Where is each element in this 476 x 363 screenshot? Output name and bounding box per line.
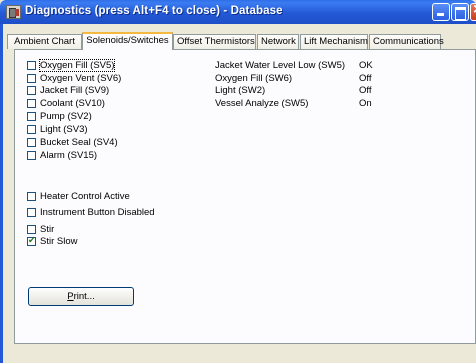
switch-value: Off [359,73,372,84]
checkbox-label: Stir Slow [40,236,78,247]
close-button[interactable] [470,1,476,21]
checkbox-label: Light (SV3) [40,124,88,135]
switch-label: Light (SW2) [215,85,266,96]
tab-label: Communications [373,36,444,47]
tab-lift-mechanism[interactable]: Lift Mechanism [300,34,368,49]
checkbox-label: Oxygen Vent (SV6) [40,73,122,84]
bottom-strip [3,344,476,363]
tab-ambient-chart[interactable]: Ambient Chart [7,34,82,49]
checkbox-box[interactable] [27,151,36,160]
tab-label: Offset Thermistors [177,36,255,47]
checkbox-label: Oxygen Fill (SV5) [38,59,116,72]
checkbox-box[interactable] [27,99,36,108]
checkbox-label: Stir [40,224,55,235]
checkbox-box[interactable] [27,138,36,147]
tab-label: Ambient Chart [14,36,75,47]
switch-label: Oxygen Fill (SW6) [215,73,293,84]
checkbox-box[interactable] [27,61,36,70]
print-button-label: rint... [73,291,95,302]
checkbox-box[interactable] [27,125,36,134]
checkbox-label: Alarm (SV15) [40,150,98,161]
checkmark-icon[interactable] [27,235,36,246]
checkbox-box[interactable] [27,74,36,83]
checkbox-label: Instrument Button Disabled [40,207,155,218]
checkbox-box[interactable] [27,192,36,201]
checkbox-label: Jacket Fill (SV9) [40,85,110,96]
title-bar[interactable]: Diagnostics (press Alt+F4 to close) - Da… [0,0,476,24]
switch-value: Off [359,85,372,96]
print-button[interactable]: Print... [28,287,134,306]
checkbox-label: Pump (SV2) [40,111,92,122]
maximize-button[interactable] [451,3,469,21]
tab-network[interactable]: Network [257,34,299,49]
window-frame [0,24,3,363]
app-icon[interactable] [6,5,21,19]
checkbox-box[interactable] [27,225,36,234]
checkbox-label: Heater Control Active [40,191,130,202]
checkbox-box[interactable] [27,112,36,121]
tab-communications[interactable]: Communications [369,34,444,49]
switch-value: OK [359,60,373,71]
switch-value: On [359,98,372,109]
tab-solenoids-switches[interactable]: Solenoids/Switches [82,32,173,50]
checkbox-box[interactable] [27,208,36,217]
tab-offset-thermistors[interactable]: Offset Thermistors [173,34,256,49]
checkbox-box[interactable] [27,86,36,95]
tab-label: Lift Mechanism [304,36,368,47]
tab-label: Solenoids/Switches [86,35,169,46]
checkbox-label: Coolant (SV10) [40,98,105,109]
minimize-button[interactable] [432,3,450,21]
switch-label: Vessel Analyze (SW5) [215,98,309,109]
window-title: Diagnostics (press Alt+F4 to close) - Da… [25,5,283,17]
tab-label: Network [261,36,296,47]
checkbox-label: Bucket Seal (SV4) [40,137,118,148]
switch-label: Jacket Water Level Low (SW5) [215,60,346,71]
